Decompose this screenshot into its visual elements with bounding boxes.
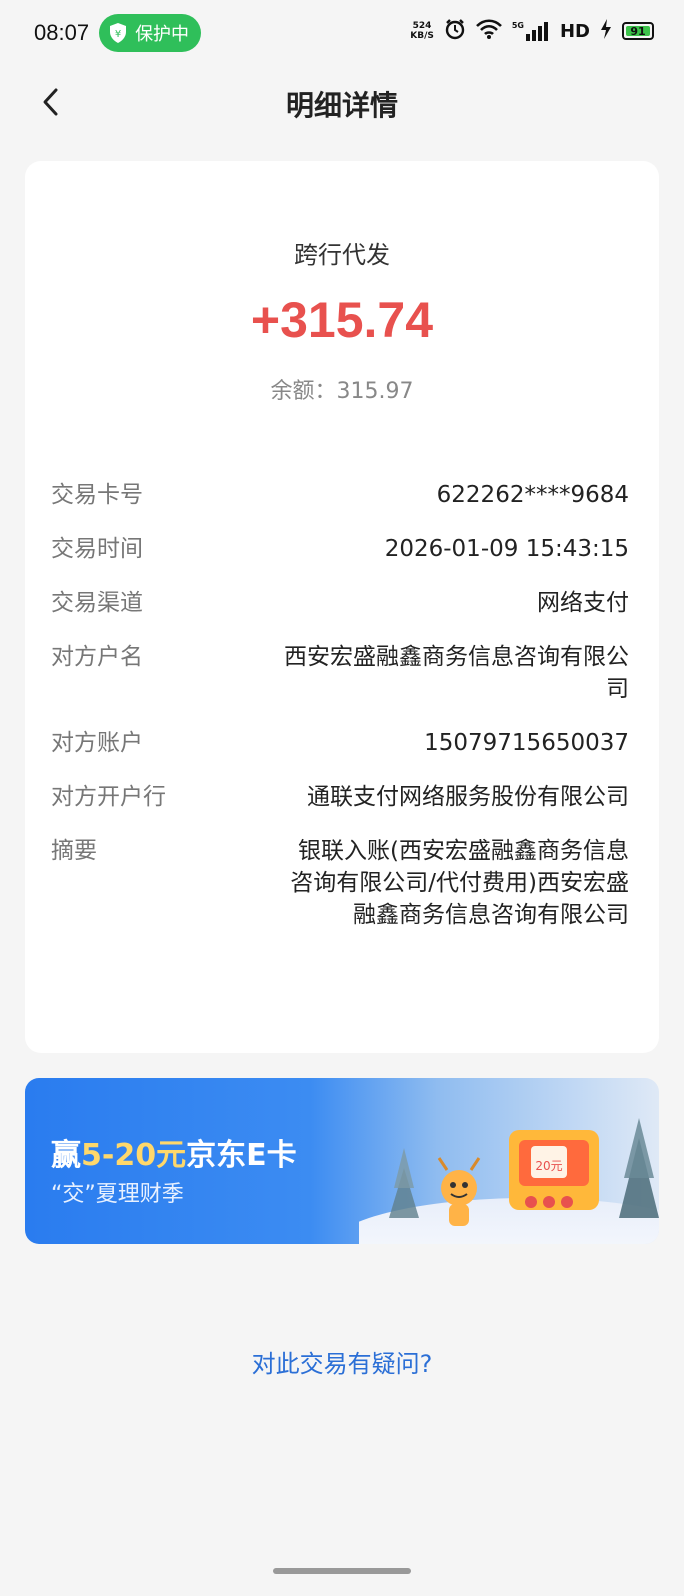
detail-value: 通联支付网络服务股份有限公司 [307,784,629,810]
detail-row-payee-account: 对方账户 15079715650037 [51,727,629,759]
net-speed: 524 KB/S [410,21,434,41]
alarm-icon [444,18,466,44]
home-indicator[interactable] [273,1568,411,1574]
detail-label: 交易时间 [51,536,143,562]
status-icons: 524 KB/S 5G HD 91 [410,18,654,44]
detail-value: 网络支付 [537,590,629,616]
svg-text:¥: ¥ [115,29,121,40]
detail-value: 622262****9684 [436,482,629,508]
banner-illustration: 20元 [359,1118,659,1244]
protection-badge[interactable]: ¥ 保护中 [99,14,202,52]
detail-row-channel: 交易渠道 网络支付 [51,587,629,619]
transaction-type: 跨行代发 [294,241,390,269]
detail-label: 交易渠道 [51,590,143,616]
detail-value: 银联入账(西安宏盛融鑫商务信息咨询有限公司/代付费用)西安宏盛融鑫商务信息咨询有… [290,838,629,928]
status-time: 08:07 [34,20,90,45]
network-type: HD [559,20,590,42]
battery-level: 91 [630,24,646,38]
detail-value: 15079715650037 [424,730,629,756]
detail-list: 交易卡号 622262****9684 交易时间 2026-01-09 15:4… [51,479,629,953]
detail-label: 对方户名 [51,644,143,670]
detail-row-summary: 摘要 银联入账(西安宏盛融鑫商务信息咨询有限公司/代付费用)西安宏盛融鑫商务信息… [51,835,629,931]
transaction-amount: +315.74 [250,292,434,348]
app-header: 明细详情 [0,66,684,140]
transaction-question-link[interactable]: 对此交易有疑问? [0,1344,684,1379]
detail-row-card-number: 交易卡号 622262****9684 [51,479,629,511]
detail-label: 对方开户行 [51,784,166,810]
status-bar: 08:07 ¥ 保护中 524 KB/S 5G HD 91 [0,0,684,66]
detail-label: 交易卡号 [51,482,143,508]
svg-text:20元: 20元 [535,1159,562,1173]
detail-row-payee-name: 对方户名 西安宏盛融鑫商务信息咨询有限公司 [51,641,629,705]
wifi-icon [475,19,502,43]
shield-icon: ¥ [107,21,129,45]
protection-label: 保护中 [135,24,190,45]
banner-subtitle: “交”夏理财季 [51,1182,184,1207]
detail-label: 对方账户 [51,730,143,756]
banner-title: 赢5-20元京东E卡 [51,1138,297,1173]
detail-value: 2026-01-09 15:43:15 [384,536,629,562]
account-balance: 余额：315.97 [270,379,414,404]
detail-row-time: 交易时间 2026-01-09 15:43:15 [51,533,629,565]
detail-value: 西安宏盛融鑫商务信息咨询有限公司 [284,644,629,702]
signal-icon: 5G [512,21,550,41]
promo-banner[interactable]: 赢5-20元京东E卡 “交”夏理财季 20元 [25,1078,659,1244]
battery-icon: 91 [622,22,654,40]
charging-icon [600,19,612,43]
page-title: 明细详情 [285,89,398,122]
detail-label: 摘要 [51,838,97,864]
detail-row-payee-bank: 对方开户行 通联支付网络服务股份有限公司 [51,781,629,813]
transaction-card: 跨行代发 +315.74 余额：315.97 交易卡号 622262****96… [25,161,659,1053]
